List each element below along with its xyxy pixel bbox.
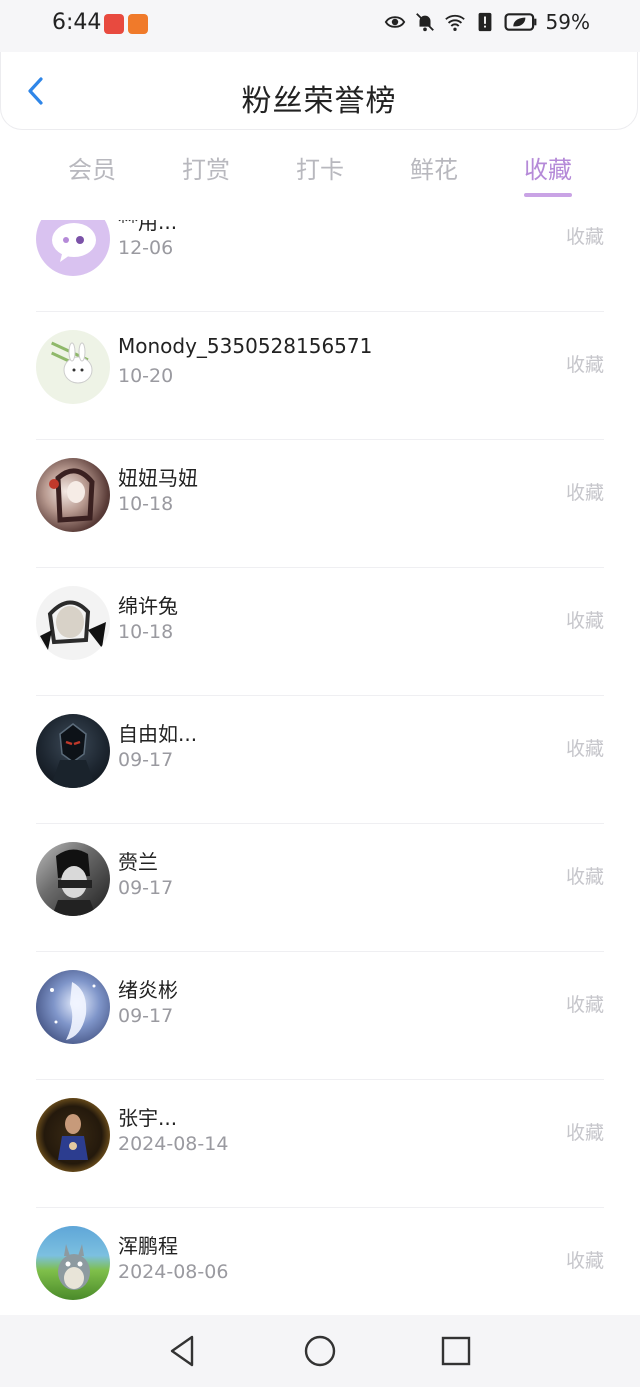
- status-time: 6:44: [52, 10, 102, 35]
- fan-date: 12-06: [118, 237, 174, 259]
- app-notification-icon: [104, 14, 124, 34]
- tab-bar: 会员 打赏 打卡 鲜花 收藏: [0, 140, 640, 220]
- chat-bubble-avatar[interactable]: [36, 220, 110, 276]
- list-item[interactable]: **用... 12-06 收藏: [0, 220, 640, 312]
- mute-bell-icon: [415, 13, 434, 32]
- fan-date: 09-17: [118, 1005, 174, 1027]
- list-item[interactable]: Monody_5350528156571 10-20 收藏: [0, 312, 640, 440]
- list-item[interactable]: 绪炎彬 09-17 收藏: [0, 952, 640, 1080]
- eye-icon: [384, 16, 405, 28]
- favorite-label: 收藏: [565, 866, 604, 888]
- status-icons: 59%: [384, 10, 590, 34]
- fan-name: 张宇...: [118, 1106, 178, 1130]
- wifi-icon: [444, 14, 465, 31]
- list-item[interactable]: 妞妞马妞 10-18 收藏: [0, 440, 640, 568]
- favorite-label: 收藏: [565, 1122, 604, 1144]
- favorite-label: 收藏: [565, 226, 604, 248]
- fan-date: 10-18: [118, 493, 174, 515]
- list-item[interactable]: 张宇... 2024-08-14 收藏: [0, 1080, 640, 1208]
- favorite-label: 收藏: [565, 1250, 604, 1272]
- monochrome-girl-avatar[interactable]: [36, 586, 110, 660]
- list-item[interactable]: 赍兰 09-17 收藏: [0, 824, 640, 952]
- favorite-label: 收藏: [565, 994, 604, 1016]
- active-tab-indicator: [524, 193, 572, 197]
- fan-date: 09-17: [118, 749, 174, 771]
- list-item[interactable]: 浑鹏程 2024-08-06 收藏: [0, 1208, 640, 1315]
- back-triangle-icon[interactable]: [164, 1333, 200, 1369]
- dark-knight-avatar[interactable]: [36, 714, 110, 788]
- fan-date: 2024-08-14: [118, 1133, 229, 1155]
- tab-checkin[interactable]: 打卡: [263, 150, 377, 185]
- fan-name: 自由如...: [118, 722, 198, 746]
- fan-date: 09-17: [118, 877, 174, 899]
- fan-name: 妞妞马妞: [118, 466, 198, 490]
- app-notification-icon-2: [128, 14, 148, 34]
- fan-list: **用... 12-06 收藏 Monody_5350528156571 10-…: [0, 220, 640, 1315]
- favorite-label: 收藏: [565, 482, 604, 504]
- fan-name: Monody_5350528156571: [118, 334, 373, 358]
- fan-name: 绪炎彬: [118, 978, 178, 1002]
- tab-favorites[interactable]: 收藏: [491, 150, 605, 185]
- favorite-label: 收藏: [565, 738, 604, 760]
- page-title: 粉丝荣誉榜: [241, 84, 397, 119]
- list-item[interactable]: 自由如... 09-17 收藏: [0, 696, 640, 824]
- battery-percent: 59%: [545, 10, 590, 34]
- fan-name: 赍兰: [118, 850, 158, 874]
- favorite-label: 收藏: [565, 610, 604, 632]
- fan-name: **用...: [118, 220, 178, 234]
- fan-date: 2024-08-06: [118, 1261, 229, 1283]
- totoro-avatar[interactable]: [36, 1226, 110, 1300]
- tab-flowers[interactable]: 鲜花: [377, 150, 491, 185]
- list-item[interactable]: 绵许兔 10-18 收藏: [0, 568, 640, 696]
- fan-name: 绵许兔: [118, 594, 178, 618]
- bw-portrait-avatar[interactable]: [36, 842, 110, 916]
- fan-name: 浑鹏程: [118, 1234, 178, 1258]
- anime-girl-avatar[interactable]: [36, 458, 110, 532]
- blue-fantasy-avatar[interactable]: [36, 970, 110, 1044]
- home-circle-icon[interactable]: [302, 1333, 338, 1369]
- system-nav-bar: [0, 1315, 640, 1387]
- rabbit-avatar[interactable]: [36, 330, 110, 404]
- sim-alert-icon: [478, 12, 491, 32]
- tab-membership[interactable]: 会员: [35, 150, 149, 185]
- person-gold-frame-avatar[interactable]: [36, 1098, 110, 1172]
- recents-square-icon[interactable]: [438, 1333, 474, 1369]
- favorite-label: 收藏: [565, 354, 604, 376]
- tab-reward[interactable]: 打赏: [149, 150, 263, 185]
- fan-date: 10-18: [118, 621, 174, 643]
- top-header: 粉丝荣誉榜: [0, 52, 638, 130]
- status-bar: 6:44 59%: [0, 0, 640, 52]
- battery-icon: [504, 13, 536, 31]
- fan-date: 10-20: [118, 365, 174, 387]
